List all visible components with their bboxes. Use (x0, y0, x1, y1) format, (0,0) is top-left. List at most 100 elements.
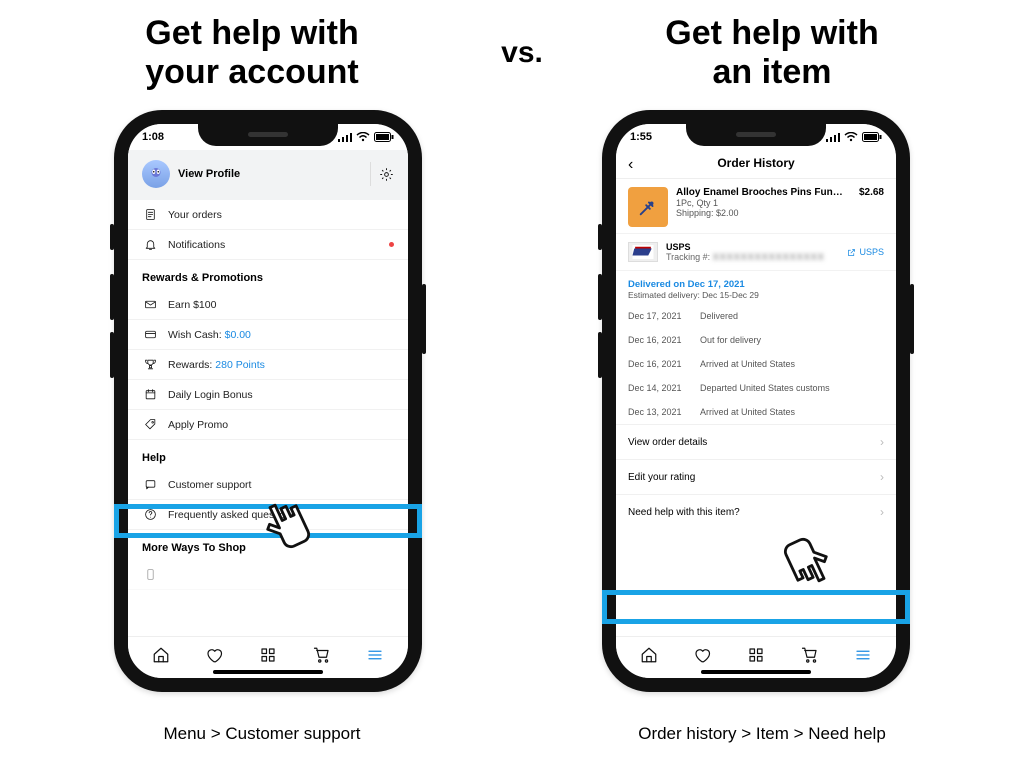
heart-icon (205, 646, 223, 664)
view-profile-label: View Profile (178, 168, 240, 180)
carrier-name: USPS (666, 242, 839, 252)
menu-daily-bonus[interactable]: Daily Login Bonus (128, 380, 408, 410)
row-label: Daily Login Bonus (168, 389, 253, 401)
status-icons (826, 132, 882, 142)
back-button[interactable]: ‹ (628, 156, 633, 174)
pointer-hand-right (776, 532, 836, 592)
vs-label: vs. (492, 36, 552, 70)
carrier-row[interactable]: USPS Tracking #: XXXXXXXXXXXXXXXX USPS (616, 234, 896, 271)
row-label: Customer support (168, 479, 251, 491)
mail-icon (144, 298, 157, 311)
menu-your-orders[interactable]: Your orders (128, 200, 408, 230)
menu-apply-promo[interactable]: Apply Promo (128, 410, 408, 440)
tab-menu[interactable] (366, 646, 384, 669)
row-label (168, 569, 171, 581)
row-label: Wish Cash: (168, 329, 222, 341)
tab-cart[interactable] (313, 646, 331, 669)
grid-icon (747, 646, 765, 664)
menu-icon (366, 646, 384, 664)
order-history-header: ‹ Order History (616, 150, 896, 179)
tab-cart[interactable] (801, 646, 819, 669)
avatar-icon (147, 165, 165, 183)
tracking-label: Tracking #: (666, 252, 710, 262)
tab-menu[interactable] (854, 646, 872, 669)
wifi-icon (844, 132, 858, 142)
status-time: 1:08 (142, 131, 164, 143)
delivered-title: Delivered on Dec 17, 2021 (628, 279, 884, 290)
chat-icon (144, 478, 157, 491)
row-label: Rewards: (168, 359, 212, 371)
action-need-help[interactable]: Need help with this item? › (616, 494, 896, 529)
menu-rewards[interactable]: Rewards: 280 Points (128, 350, 408, 380)
phone-icon (144, 568, 157, 581)
tag-icon (144, 418, 157, 431)
row-value: 280 Points (215, 359, 265, 371)
pointer-hand-left (258, 494, 318, 554)
menu-wish-cash[interactable]: Wish Cash: $0.00 (128, 320, 408, 350)
menu-more-item[interactable] (128, 560, 408, 590)
status-icons (338, 132, 394, 142)
right-heading: Get help with an item (592, 14, 952, 92)
action-label: View order details (628, 437, 707, 448)
pin-icon (637, 196, 659, 218)
product-row[interactable]: Alloy Enamel Brooches Pins Fun… 1Pc, Qty… (616, 179, 896, 234)
timeline-row: Dec 16, 2021Arrived at United States (616, 352, 896, 376)
product-title: Alloy Enamel Brooches Pins Fun… (676, 187, 851, 198)
product-price: $2.68 (859, 187, 884, 227)
status-time: 1:55 (630, 131, 652, 143)
section-help: Help (128, 440, 408, 470)
battery-icon (374, 132, 394, 142)
external-link-icon (847, 248, 856, 257)
home-indicator[interactable] (213, 670, 323, 674)
notification-dot (389, 242, 394, 247)
wifi-icon (356, 132, 370, 142)
bell-icon (144, 238, 157, 251)
timeline-row: Dec 16, 2021Out for delivery (616, 328, 896, 352)
profile-header[interactable]: View Profile (128, 150, 408, 200)
battery-icon (862, 132, 882, 142)
left-phone: 1:08 View Profile (114, 110, 422, 692)
signal-icon (338, 132, 352, 142)
card-icon (144, 328, 157, 341)
home-indicator[interactable] (701, 670, 811, 674)
grid-icon (259, 646, 277, 664)
phone-notch (686, 122, 826, 146)
timeline-row: Dec 14, 2021Departed United States custo… (616, 376, 896, 400)
chevron-right-icon: › (880, 435, 884, 449)
menu-notifications[interactable]: Notifications (128, 230, 408, 260)
product-thumbnail (628, 187, 668, 227)
usps-icon (632, 245, 654, 259)
cart-icon (313, 646, 331, 664)
tab-categories[interactable] (747, 646, 765, 669)
section-rewards: Rewards & Promotions (128, 260, 408, 290)
headings: Get help with your account vs. Get help … (0, 14, 1024, 92)
captions: Menu > Customer support Order history > … (0, 724, 1024, 744)
avatar[interactable] (142, 160, 170, 188)
tab-wishlist[interactable] (205, 646, 223, 669)
action-edit-rating[interactable]: Edit your rating› (616, 459, 896, 494)
tab-home[interactable] (152, 646, 170, 669)
action-label: Need help with this item? (628, 507, 740, 518)
row-label: Notifications (168, 239, 225, 251)
tab-home[interactable] (640, 646, 658, 669)
settings-button[interactable] (370, 162, 394, 186)
phone-comparison: 1:08 View Profile (0, 110, 1024, 692)
usps-link[interactable]: USPS (847, 247, 884, 257)
menu-earn[interactable]: Earn $100 (128, 290, 408, 320)
calendar-icon (144, 388, 157, 401)
gear-icon (379, 167, 394, 182)
right-phone: 1:55 ‹ Order History Alloy Enamel Brooch… (602, 110, 910, 692)
tab-categories[interactable] (259, 646, 277, 669)
question-icon (144, 508, 157, 521)
row-value: $0.00 (225, 329, 251, 341)
product-shipping: Shipping: $2.00 (676, 208, 851, 218)
tab-wishlist[interactable] (693, 646, 711, 669)
home-icon (640, 646, 658, 664)
timeline-row: Dec 13, 2021Arrived at United States (616, 400, 896, 424)
right-heading-line2: an item (712, 53, 831, 91)
product-qty: 1Pc, Qty 1 (676, 198, 851, 208)
trophy-icon (144, 358, 157, 371)
action-view-details[interactable]: View order details › (616, 424, 896, 459)
usps-logo (628, 242, 658, 262)
chevron-right-icon: › (880, 505, 884, 519)
